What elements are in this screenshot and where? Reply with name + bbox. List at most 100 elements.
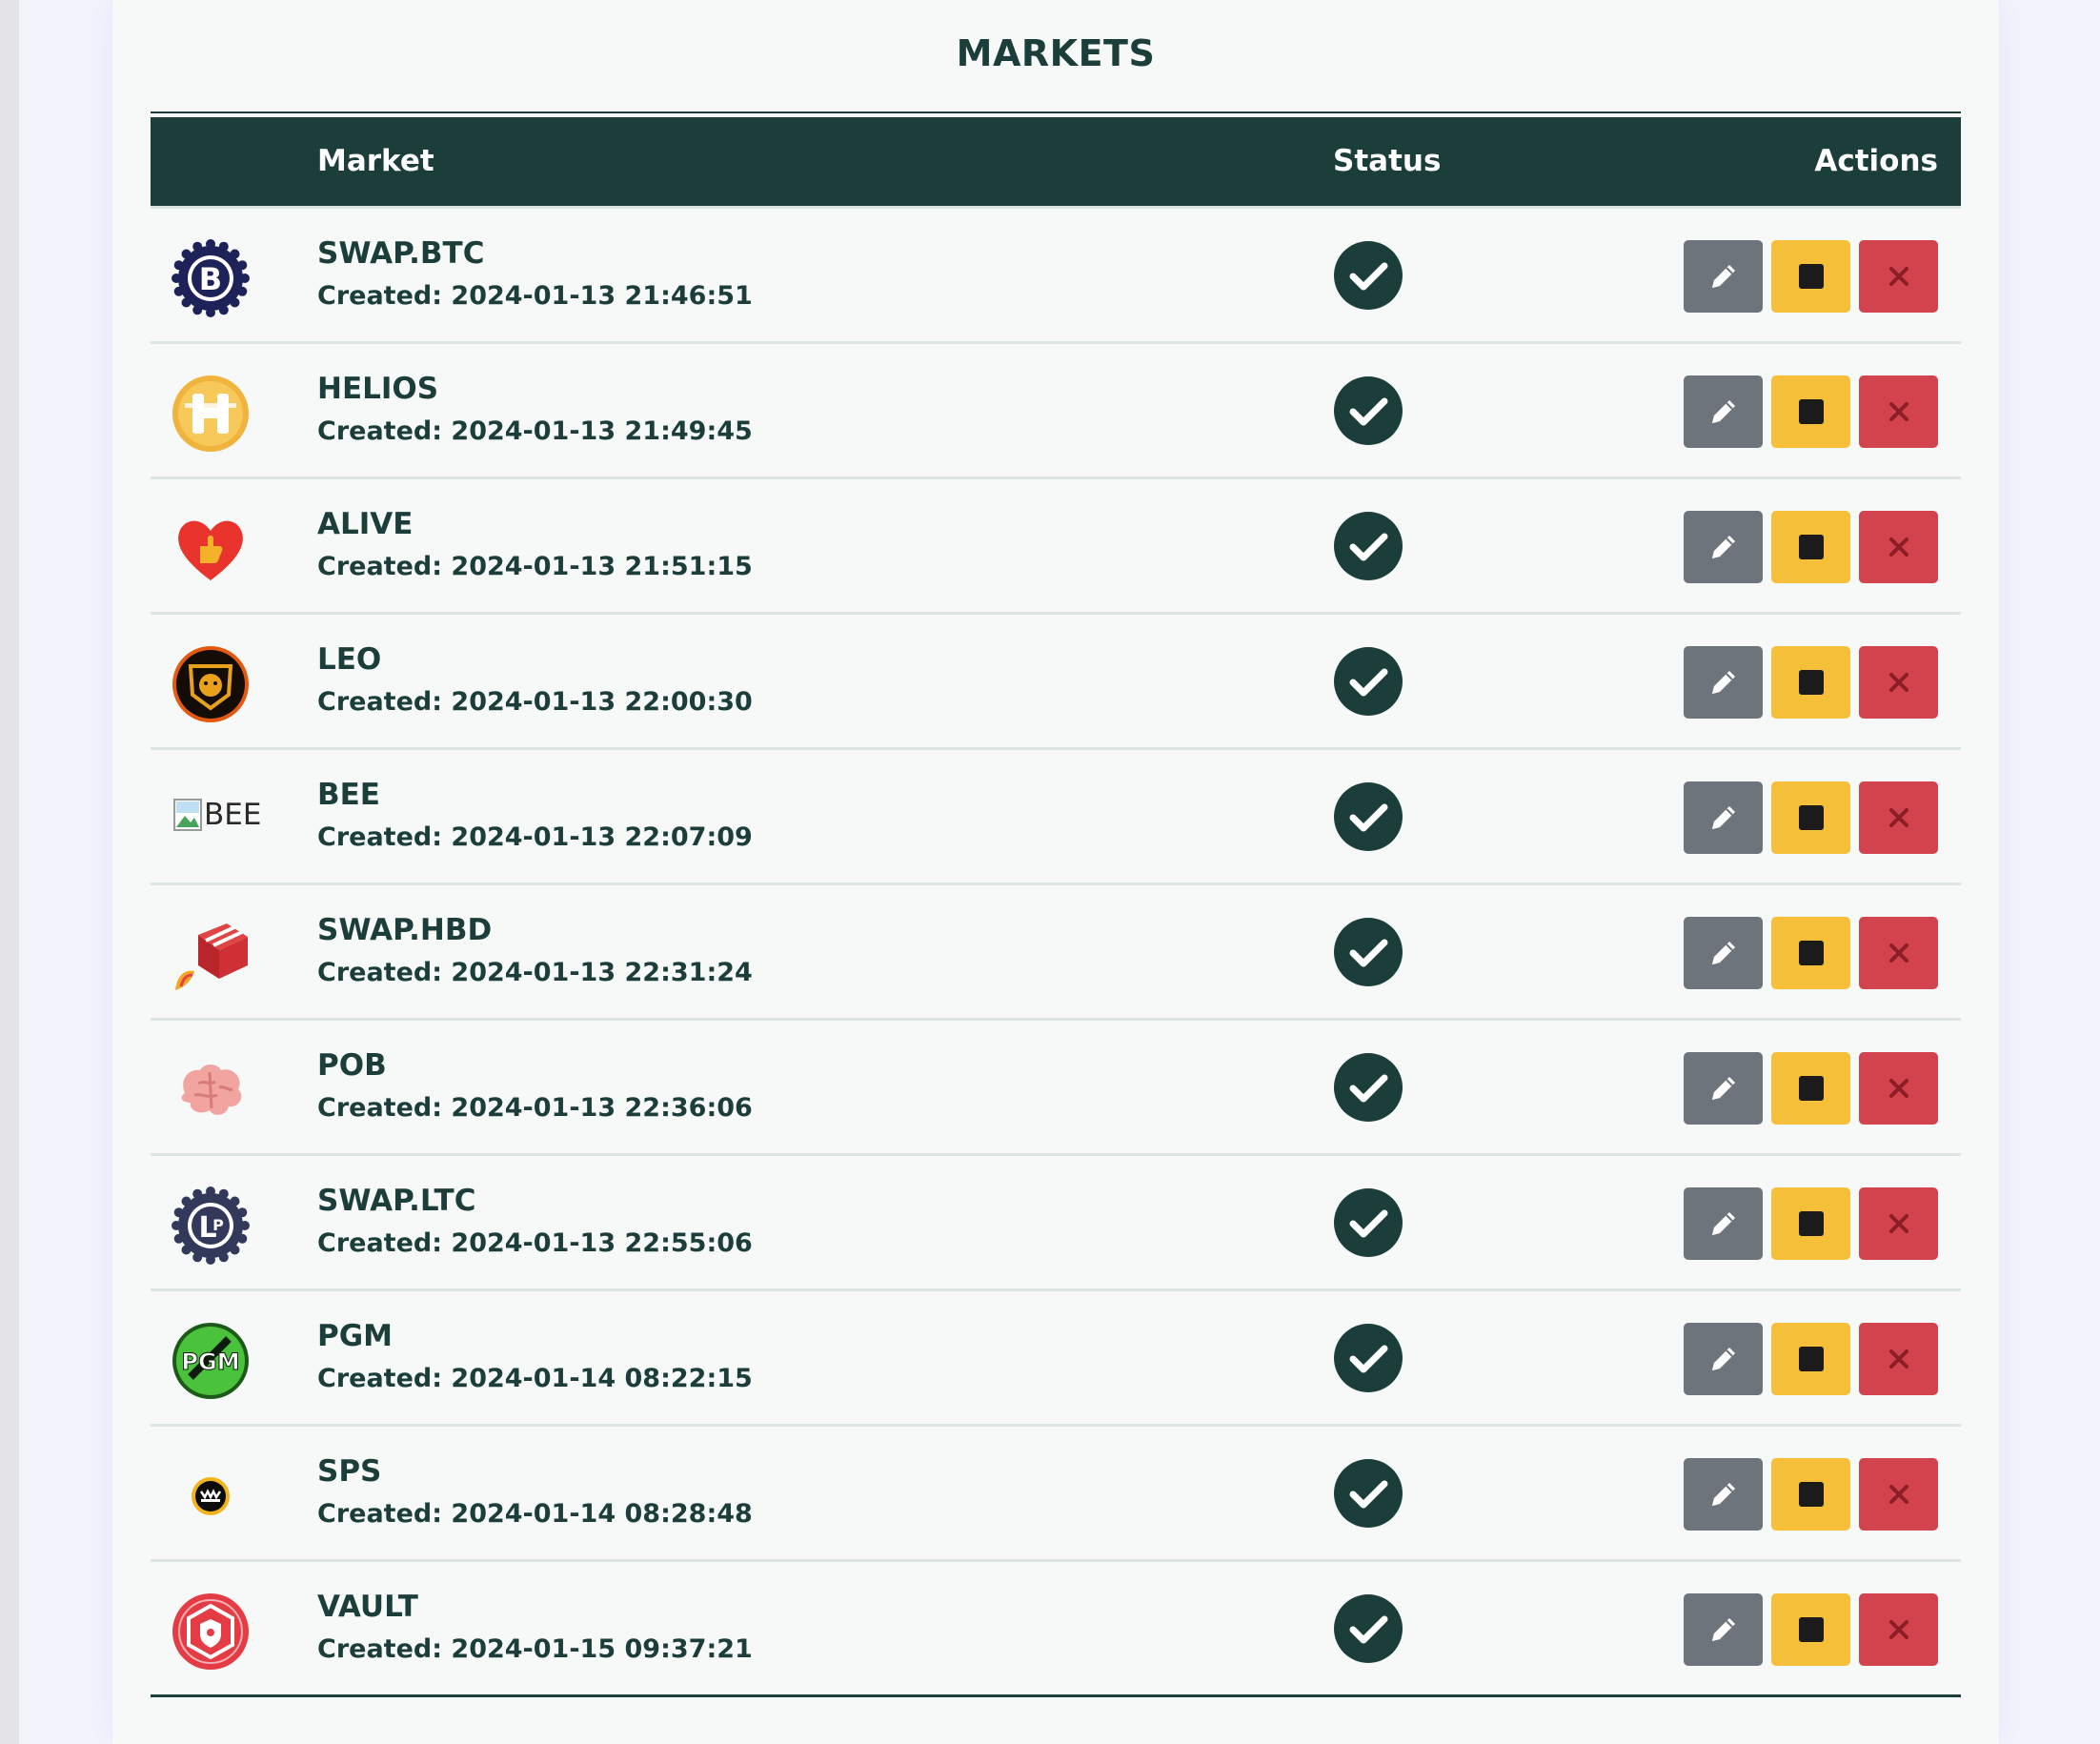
column-header-market: Market — [317, 144, 434, 178]
stop-button[interactable] — [1771, 1187, 1850, 1260]
stop-button[interactable] — [1771, 375, 1850, 448]
row-actions — [1684, 240, 1938, 313]
table-row: L P SWAP.LTC Created: 2024-01-13 22:55:06 — [151, 1156, 1961, 1291]
column-header-status: Status — [1333, 144, 1442, 178]
market-created: Created: 2024-01-13 22:36:06 — [317, 1093, 753, 1123]
row-actions — [1684, 511, 1938, 583]
market-created: Created: 2024-01-13 22:07:09 — [317, 822, 753, 852]
stop-button[interactable] — [1771, 1458, 1850, 1531]
row-actions — [1684, 646, 1938, 719]
row-actions — [1684, 1593, 1938, 1666]
stop-button[interactable] — [1771, 781, 1850, 854]
close-x-icon — [1887, 670, 1911, 695]
market-created: Created: 2024-01-15 09:37:21 — [317, 1634, 753, 1664]
stop-square-icon — [1798, 804, 1825, 831]
table-row: VAULT Created: 2024-01-15 09:37:21 — [151, 1562, 1961, 1697]
row-actions — [1684, 1052, 1938, 1125]
delete-button[interactable] — [1859, 781, 1938, 854]
edit-button[interactable] — [1684, 1187, 1763, 1260]
svg-text:B: B — [199, 261, 222, 297]
close-x-icon — [1887, 1347, 1911, 1371]
market-created: Created: 2024-01-13 21:46:51 — [317, 281, 753, 311]
swap-btc-logo: B — [172, 239, 250, 317]
close-x-icon — [1887, 805, 1911, 830]
edit-button[interactable] — [1684, 917, 1763, 989]
close-x-icon — [1887, 399, 1911, 424]
edit-button[interactable] — [1684, 1323, 1763, 1395]
market-name: ALIVE — [317, 507, 414, 541]
stop-square-icon — [1798, 940, 1825, 966]
alive-logo — [172, 510, 250, 588]
row-actions — [1684, 1458, 1938, 1531]
delete-button[interactable] — [1859, 511, 1938, 583]
edit-button[interactable] — [1684, 1458, 1763, 1531]
edit-button[interactable] — [1684, 511, 1763, 583]
table-row: POB Created: 2024-01-13 22:36:06 — [151, 1021, 1961, 1156]
stop-square-icon — [1798, 1210, 1825, 1237]
stop-button[interactable] — [1771, 240, 1850, 313]
column-header-actions: Actions — [1814, 144, 1938, 178]
delete-button[interactable] — [1859, 1323, 1938, 1395]
leo-logo — [172, 645, 250, 723]
edit-button[interactable] — [1684, 1052, 1763, 1125]
delete-button[interactable] — [1859, 1458, 1938, 1531]
table-body: B SWAP.BTC Created: 2024-01-13 21:46:51 HEL… — [151, 209, 1961, 1697]
check-circle-icon — [1334, 1324, 1403, 1392]
table-row: ALIVE Created: 2024-01-13 21:51:15 — [151, 479, 1961, 615]
vault-logo — [172, 1592, 250, 1671]
row-actions — [1684, 781, 1938, 854]
table-top-rule — [151, 112, 1961, 113]
stop-button[interactable] — [1771, 917, 1850, 989]
pencil-icon — [1706, 1342, 1741, 1376]
stop-square-icon — [1798, 1481, 1825, 1508]
stop-button[interactable] — [1771, 511, 1850, 583]
delete-button[interactable] — [1859, 240, 1938, 313]
market-created: Created: 2024-01-13 21:51:15 — [317, 552, 753, 581]
delete-button[interactable] — [1859, 1593, 1938, 1666]
svg-text:P: P — [212, 1216, 224, 1234]
edit-button[interactable] — [1684, 781, 1763, 854]
delete-button[interactable] — [1859, 1187, 1938, 1260]
edit-button[interactable] — [1684, 646, 1763, 719]
check-circle-icon — [1334, 376, 1403, 445]
window-edge — [0, 0, 19, 1744]
stop-square-icon — [1798, 534, 1825, 560]
market-name: VAULT — [317, 1590, 418, 1624]
pencil-icon — [1706, 1207, 1741, 1241]
stop-button[interactable] — [1771, 1593, 1850, 1666]
close-x-icon — [1887, 941, 1911, 965]
stop-square-icon — [1798, 398, 1825, 425]
stop-button[interactable] — [1771, 646, 1850, 719]
check-circle-icon — [1334, 918, 1403, 986]
market-name: LEO — [317, 642, 382, 677]
market-name: POB — [317, 1048, 387, 1083]
table-row: HELIOS Created: 2024-01-13 21:49:45 — [151, 344, 1961, 479]
edit-button[interactable] — [1684, 375, 1763, 448]
row-actions — [1684, 1187, 1938, 1260]
sps-logo — [172, 1457, 250, 1535]
pencil-icon — [1706, 936, 1741, 970]
swap-hbd-logo — [172, 916, 250, 994]
delete-button[interactable] — [1859, 1052, 1938, 1125]
stop-button[interactable] — [1771, 1323, 1850, 1395]
market-name: BEE — [317, 778, 380, 812]
edit-button[interactable] — [1684, 1593, 1763, 1666]
pencil-icon — [1706, 530, 1741, 564]
stop-button[interactable] — [1771, 1052, 1850, 1125]
delete-button[interactable] — [1859, 646, 1938, 719]
market-created: Created: 2024-01-13 22:55:06 — [317, 1228, 753, 1258]
edit-button[interactable] — [1684, 240, 1763, 313]
pencil-icon — [1706, 259, 1741, 294]
table-row: BEE BEE Created: 2024-01-13 22:07:09 — [151, 750, 1961, 885]
delete-button[interactable] — [1859, 375, 1938, 448]
market-name: SPS — [317, 1454, 382, 1489]
markets-card: MARKETS Market Status Actions B SWAP.BTC C… — [112, 0, 1999, 1744]
check-circle-icon — [1334, 512, 1403, 580]
close-x-icon — [1887, 1482, 1911, 1507]
check-circle-icon — [1334, 1188, 1403, 1257]
market-name: HELIOS — [317, 372, 439, 406]
delete-button[interactable] — [1859, 917, 1938, 989]
row-actions — [1684, 375, 1938, 448]
market-created: Created: 2024-01-14 08:28:48 — [317, 1499, 753, 1529]
pencil-icon — [1706, 801, 1741, 835]
